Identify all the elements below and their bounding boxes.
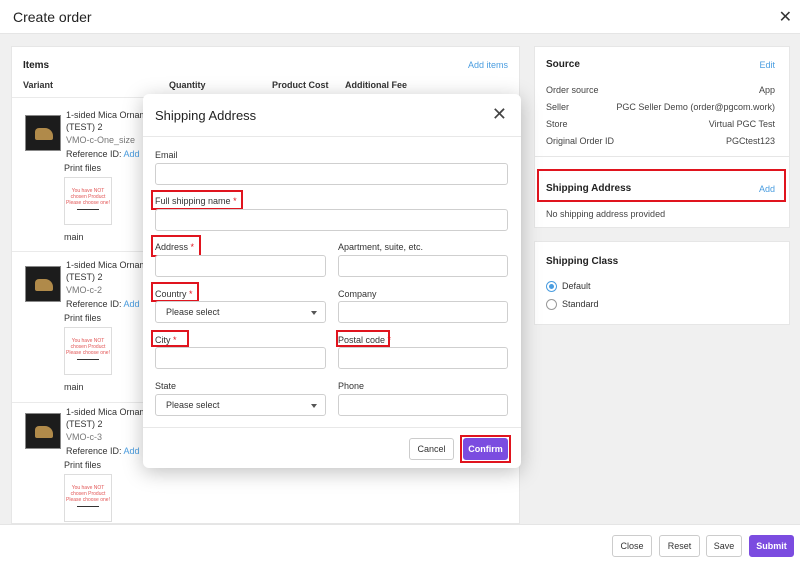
print-file-main-label: main [64, 232, 84, 242]
product-thumbnail [25, 115, 61, 151]
print-file-preview[interactable]: You have NOT chosen Product Please choos… [64, 474, 112, 522]
highlight-box [151, 330, 189, 347]
close-button[interactable]: Close [612, 535, 652, 557]
column-additional-fee: Additional Fee [345, 80, 408, 90]
reference-id: Reference ID: Add [66, 299, 140, 309]
phone-field[interactable] [338, 394, 508, 416]
radio-selected-icon [546, 281, 557, 293]
full-name-field[interactable] [155, 209, 508, 231]
product-sku: VMO-c-2 [66, 285, 102, 295]
apartment-label: Apartment, suite, etc. [338, 242, 424, 252]
print-files-label: Print files [64, 163, 102, 173]
phone-label: Phone [338, 381, 365, 391]
highlight-box [537, 169, 786, 202]
divider [143, 136, 521, 137]
print-file-main-label: main [64, 382, 84, 392]
highlight-box [151, 282, 199, 302]
company-label: Company [338, 289, 377, 299]
highlight-box [336, 330, 390, 347]
shipping-address-empty: No shipping address provided [546, 209, 666, 219]
product-sku: VMO-c-3 [66, 432, 102, 442]
arrow-icon [77, 506, 99, 507]
caret-down-icon [311, 404, 317, 408]
postal-code-field[interactable] [338, 347, 508, 369]
reference-id: Reference ID: Add [66, 149, 140, 159]
state-label: State [155, 381, 177, 391]
print-file-preview[interactable]: You have NOT chosen Product Please choos… [64, 177, 112, 225]
reference-add-link[interactable]: Add [124, 299, 140, 309]
caret-down-icon [311, 311, 317, 315]
reference-add-link[interactable]: Add [124, 149, 140, 159]
shipping-address-modal: Shipping Address ✕ Email Full shipping n… [143, 94, 521, 468]
email-label: Email [155, 150, 178, 160]
state-select[interactable]: Please select [155, 394, 326, 416]
source-title: Source [546, 59, 580, 70]
column-product-cost: Product Cost [272, 80, 329, 90]
product-thumbnail [25, 413, 61, 449]
arrow-icon [77, 359, 99, 360]
product-thumbnail [25, 266, 61, 302]
country-select[interactable]: Please select [155, 301, 326, 323]
arrow-icon [77, 209, 99, 210]
column-variant: Variant [23, 80, 54, 90]
shipping-class-default[interactable]: Default [546, 281, 591, 293]
dialog-header: Create order ✕ [0, 0, 800, 34]
source-edit-link[interactable]: Edit [759, 60, 775, 70]
submit-button[interactable]: Submit [749, 535, 794, 557]
print-files-label: Print files [64, 460, 102, 470]
modal-title: Shipping Address [155, 108, 257, 123]
page-title: Create order [13, 9, 92, 25]
dialog-footer: Close Reset Save Submit [0, 524, 800, 564]
apartment-field[interactable] [338, 255, 508, 277]
print-files-label: Print files [64, 313, 102, 323]
address-field[interactable] [155, 255, 326, 277]
divider [143, 427, 521, 428]
highlight-box [151, 190, 243, 210]
column-quantity: Quantity [169, 80, 206, 90]
product-sku: VMO-c-One_size [66, 135, 136, 145]
source-card: Source Edit Order source App Seller PGC Se… [534, 46, 790, 158]
city-field[interactable] [155, 347, 326, 369]
save-button[interactable]: Save [706, 535, 742, 557]
print-file-preview[interactable]: You have NOT chosen Product Please choos… [64, 327, 112, 375]
radio-icon [546, 299, 557, 311]
close-icon[interactable]: ✕ [779, 7, 792, 27]
reference-add-link[interactable]: Add [124, 446, 140, 456]
add-items-link[interactable]: Add items [468, 60, 508, 70]
reset-button[interactable]: Reset [659, 535, 700, 557]
items-title: Items [23, 60, 50, 71]
highlight-box [460, 435, 511, 463]
company-field[interactable] [338, 301, 508, 323]
cancel-button[interactable]: Cancel [409, 438, 454, 460]
close-icon[interactable]: ✕ [492, 104, 507, 125]
reference-id: Reference ID: Add [66, 446, 140, 456]
shipping-class-title: Shipping Class [546, 256, 619, 267]
highlight-box [151, 235, 201, 257]
email-field[interactable] [155, 163, 508, 185]
shipping-class-card: Shipping Class Default Standard [534, 241, 790, 325]
shipping-class-standard[interactable]: Standard [546, 299, 599, 311]
